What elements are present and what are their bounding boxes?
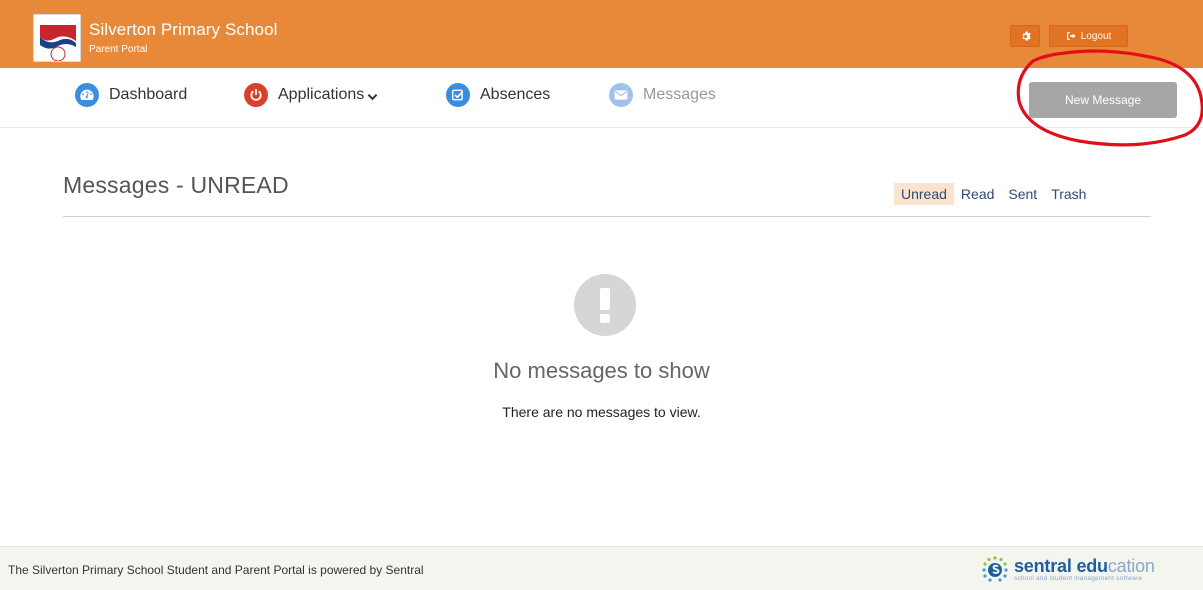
school-logo[interactable]: [33, 14, 81, 62]
nav-label: Absences: [480, 86, 551, 103]
brand-cation: cation: [1107, 555, 1155, 576]
message-folder-tabs: Unread Read Sent Trash: [894, 183, 1093, 205]
new-message-button[interactable]: New Message: [1029, 82, 1177, 118]
dashboard-icon: [75, 83, 99, 107]
sentral-logo-icon: [982, 556, 1008, 582]
sign-out-icon: [1066, 32, 1076, 40]
brand-sentral: sentral: [1014, 555, 1072, 576]
envelope-icon: [609, 83, 633, 107]
nav-label: Messages: [643, 86, 716, 103]
nav-item-applications[interactable]: Applications: [244, 81, 378, 109]
empty-state-heading: No messages to show: [493, 358, 710, 383]
power-icon: [244, 83, 268, 107]
nav-item-dashboard[interactable]: Dashboard: [75, 81, 187, 109]
empty-state-text: There are no messages to view.: [502, 404, 701, 420]
school-name: Silverton Primary School: [89, 20, 278, 39]
portal-name: Parent Portal: [89, 44, 148, 55]
logout-label: Logout: [1080, 30, 1112, 42]
nav-label: Applications: [278, 86, 365, 103]
logout-button[interactable]: Logout: [1049, 25, 1128, 47]
footer-text: The Silverton Primary School Student and…: [8, 563, 424, 577]
nav-label: Dashboard: [109, 86, 188, 103]
tab-sent[interactable]: Sent: [1001, 183, 1044, 205]
check-square-icon: [446, 83, 470, 107]
tab-trash[interactable]: Trash: [1044, 183, 1093, 205]
sentral-brand-logo[interactable]: sentral education school and student man…: [980, 555, 1155, 583]
tab-unread[interactable]: Unread: [894, 183, 954, 205]
footer: The Silverton Primary School Student and…: [0, 546, 1203, 590]
nav-item-absences[interactable]: Absences: [446, 81, 550, 109]
nav-item-messages[interactable]: Messages: [609, 81, 716, 109]
page-title: Messages - UNREAD: [63, 172, 289, 198]
title-divider: [63, 216, 1151, 217]
chevron-down-icon: [367, 93, 378, 100]
main-nav: Dashboard Applications Absences Messages: [0, 68, 1203, 128]
gear-icon: [1021, 30, 1031, 41]
exclamation-icon: [574, 274, 636, 336]
settings-button[interactable]: [1010, 25, 1040, 47]
brand-edu: edu: [1076, 555, 1108, 576]
app-header: Silverton Primary School Parent Portal L…: [0, 0, 1203, 68]
tab-read[interactable]: Read: [954, 183, 1001, 205]
brand-tagline: school and student management software: [1014, 574, 1143, 582]
